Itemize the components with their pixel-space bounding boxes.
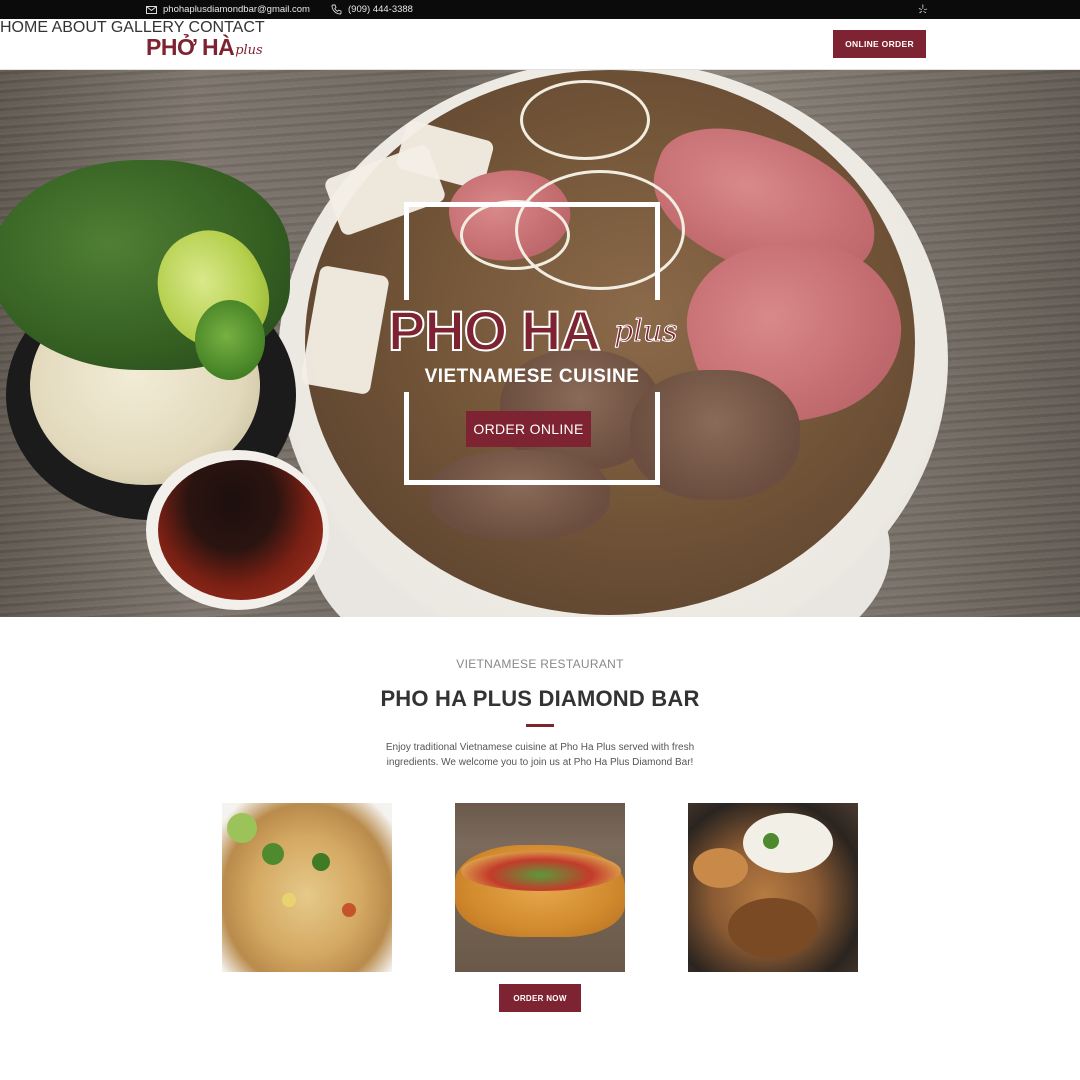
herb-garnish [763, 833, 779, 849]
yelp-icon[interactable] [918, 4, 928, 15]
lime-slice [227, 813, 257, 843]
phone-contact[interactable]: (909) 444-3388 [331, 0, 413, 19]
envelope-icon [146, 5, 157, 14]
frame-right-bottom [655, 392, 660, 485]
top-contact-bar: phohaplusdiamondbar@gmail.com (909) 444-… [0, 0, 1080, 19]
hero-title: PHO HA plus [387, 299, 708, 364]
frame-bottom [404, 480, 660, 485]
email-contact[interactable]: phohaplusdiamondbar@gmail.com [146, 0, 310, 19]
frame-top [404, 202, 660, 207]
hero-title-script: plus [614, 314, 679, 350]
shrimp-piece [342, 903, 356, 917]
hero-banner: PHO HA plus VIETNAMESE CUISINE ORDER ONL… [0, 70, 1080, 617]
site-header: PHỞ HÀ plus HOME ABOUT GALLERY CONTACT O… [0, 19, 1080, 70]
online-order-button[interactable]: ONLINE ORDER [833, 30, 926, 58]
egg-piece [282, 893, 296, 907]
logo-script-text: plus [235, 43, 263, 58]
grilled-pork [728, 898, 818, 958]
heading-underline [526, 724, 554, 727]
hero-jalapeno [195, 300, 265, 380]
nav-home[interactable]: HOME [0, 19, 48, 36]
frame-left-top [404, 202, 409, 300]
food-image-vermicelli[interactable] [688, 803, 858, 972]
egg-roll [693, 848, 748, 888]
banh-mi-fillings [461, 851, 621, 891]
herb-garnish [262, 843, 284, 865]
nav-about[interactable]: ABOUT [52, 19, 107, 36]
section-description: Enjoy traditional Vietnamese cuisine at … [385, 742, 695, 768]
phone-text: (909) 444-3388 [348, 4, 413, 15]
herb-garnish [312, 853, 330, 871]
section-heading: PHO HA PLUS DIAMOND BAR [380, 686, 700, 711]
email-text: phohaplusdiamondbar@gmail.com [163, 4, 310, 15]
frame-left-bottom [404, 392, 409, 485]
order-now-button[interactable]: ORDER NOW [499, 984, 581, 1012]
hero-onion [520, 80, 650, 160]
hero-title-main: PHO HA [387, 299, 602, 362]
phone-icon [331, 4, 342, 15]
frame-right-top [655, 202, 660, 300]
order-online-button[interactable]: ORDER ONLINE [466, 411, 591, 447]
food-image-fried-rice[interactable] [222, 803, 392, 972]
hero-subtitle: VIETNAMESE CUISINE [424, 366, 640, 387]
logo[interactable]: PHỞ HÀ plus [146, 31, 263, 59]
vermicelli-noodles [743, 813, 833, 873]
logo-main-text: PHỞ HÀ [146, 34, 235, 60]
food-image-banh-mi[interactable] [455, 803, 625, 972]
hero-sauce [158, 460, 323, 600]
section-eyebrow: VIETNAMESE RESTAURANT [456, 657, 624, 671]
